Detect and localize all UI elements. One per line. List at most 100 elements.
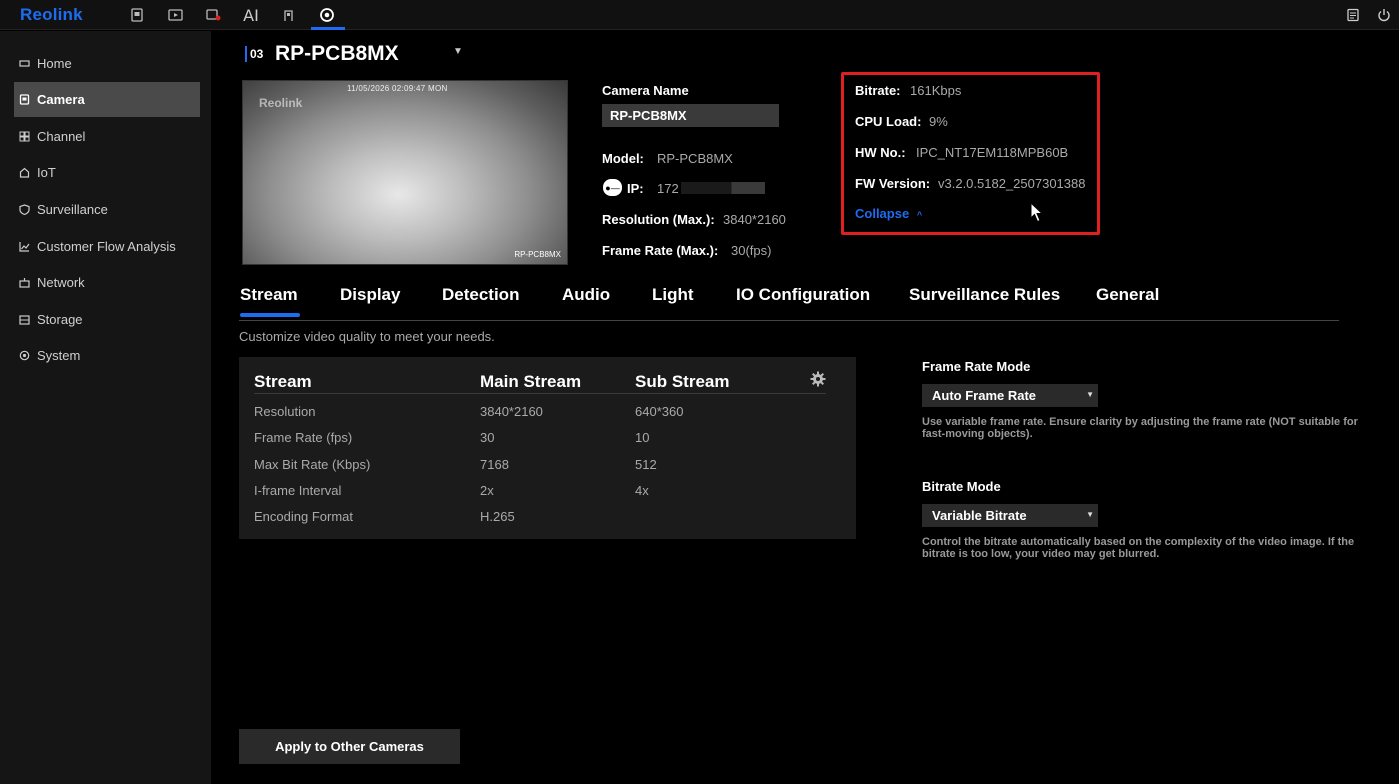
- sidebar-item-label: Channel: [37, 129, 86, 144]
- ai-icon[interactable]: AI: [236, 0, 266, 30]
- bitrate-label: Bitrate:: [855, 83, 901, 98]
- tab-detection[interactable]: Detection: [442, 285, 519, 305]
- tab-surveillance-rules[interactable]: Surveillance Rules: [909, 285, 1060, 305]
- sidebar-item-label: Home: [37, 56, 72, 71]
- sidebar-item-surveillance[interactable]: Surveillance: [14, 192, 200, 227]
- header-divider: [254, 393, 826, 394]
- chevron-down-icon: ▼: [1086, 390, 1094, 399]
- row-label: Max Bit Rate (Kbps): [254, 457, 371, 472]
- stream-table: Stream Main Stream Sub Stream Resolution…: [239, 357, 856, 539]
- collapse-link[interactable]: Collapse ^: [855, 206, 922, 221]
- power-icon[interactable]: [1369, 0, 1399, 30]
- sidebar-item-label: Customer Flow Analysis: [37, 239, 176, 254]
- sidebar-item-customer-flow[interactable]: Customer Flow Analysis: [14, 229, 200, 264]
- mouse-cursor-icon: [1030, 202, 1044, 223]
- row-label: Frame Rate (fps): [254, 430, 353, 445]
- stream-description: Customize video quality to meet your nee…: [239, 329, 495, 344]
- camera-title: RP-PCB8MX: [275, 42, 399, 65]
- main-stream-value: 2x: [480, 483, 494, 498]
- resolution-max-value: 3840*2160: [723, 212, 786, 227]
- sidebar: Home Camera Channel IoT Surveillance Cus…: [0, 31, 211, 784]
- sidebar-item-network[interactable]: Network: [14, 265, 200, 300]
- shield-icon: [18, 204, 30, 216]
- sidebar-item-home[interactable]: Home: [14, 46, 200, 81]
- row-label: Encoding Format: [254, 509, 353, 524]
- model-value: RP-PCB8MX: [657, 151, 733, 166]
- sidebar-item-system[interactable]: System: [14, 338, 200, 373]
- tab-stream[interactable]: Stream: [240, 285, 300, 317]
- message-icon[interactable]: [1338, 0, 1368, 30]
- alert-camera-icon[interactable]: [198, 0, 228, 30]
- bitrate-mode-select[interactable]: Variable Bitrate ▼: [922, 504, 1098, 527]
- gear-icon[interactable]: [810, 371, 826, 387]
- ip-redaction: [681, 182, 765, 194]
- frame-rate-mode-description: Use variable frame rate. Ensure clarity …: [922, 416, 1358, 440]
- tab-audio[interactable]: Audio: [562, 285, 610, 305]
- playback-icon[interactable]: [160, 0, 190, 30]
- tab-display[interactable]: Display: [340, 285, 400, 305]
- sidebar-item-storage[interactable]: Storage: [14, 302, 200, 337]
- sub-stream-value: 512: [635, 457, 657, 472]
- storage-icon: [18, 314, 30, 326]
- bitrate-mode-selected: Variable Bitrate: [932, 508, 1027, 523]
- settings-icon[interactable]: [311, 0, 345, 30]
- frame-rate-mode-selected: Auto Frame Rate: [932, 388, 1037, 403]
- hw-no-label: HW No.:: [855, 145, 906, 160]
- chevron-up-icon: ^: [916, 210, 923, 220]
- tab-light[interactable]: Light: [652, 285, 694, 305]
- ip-label: IP:: [627, 181, 644, 196]
- main-stream-value: 7168: [480, 457, 509, 472]
- grid-icon: [18, 131, 30, 143]
- resolution-max-label: Resolution (Max.):: [602, 212, 715, 227]
- tab-divider: [239, 320, 1339, 321]
- fw-version-label: FW Version:: [855, 176, 931, 191]
- collapse-label: Collapse: [855, 206, 910, 221]
- camera-select-chevron-down-icon[interactable]: ▼: [453, 46, 463, 57]
- preview-camera-name: RP-PCB8MX: [514, 250, 561, 259]
- camera-icon: [18, 94, 30, 106]
- ip-value: 172: [657, 181, 679, 196]
- frame-rate-max-label: Frame Rate (Max.):: [602, 243, 719, 258]
- sidebar-item-camera[interactable]: Camera: [14, 82, 200, 117]
- top-bar: Reolink AI: [0, 0, 1399, 30]
- camera-name-label: Camera Name: [602, 83, 689, 98]
- main-stream-value: 3840*2160: [480, 404, 543, 419]
- sub-stream-value: 4x: [635, 483, 649, 498]
- bitrate-value: 161Kbps: [910, 83, 962, 98]
- row-label: Resolution: [254, 404, 316, 419]
- live-view-icon[interactable]: [122, 0, 152, 30]
- sub-stream-value: 640*360: [635, 404, 684, 419]
- cpu-load-label: CPU Load:: [855, 114, 922, 129]
- chart-icon: [18, 241, 30, 253]
- tab-io-configuration[interactable]: IO Configuration: [736, 285, 870, 305]
- frame-rate-max-value: 30(fps): [731, 243, 772, 258]
- hw-no-value: IPC_NT17EM118MPB60B: [916, 145, 1069, 160]
- sidebar-item-channel[interactable]: Channel: [14, 119, 200, 154]
- row-label: I-frame Interval: [254, 483, 342, 498]
- home-icon: [18, 58, 30, 70]
- preview-timestamp: 11/05/2026 02:09:47 MON: [347, 84, 448, 93]
- channel-badge: 03: [245, 46, 263, 62]
- chevron-down-icon: ▼: [1086, 510, 1094, 519]
- bitrate-mode-description: Control the bitrate automatically based …: [922, 536, 1355, 560]
- system-icon: [18, 350, 30, 362]
- network-icon: [18, 277, 30, 289]
- column-header-stream: Stream: [254, 372, 312, 391]
- apply-to-other-cameras-button[interactable]: Apply to Other Cameras: [239, 729, 460, 764]
- sidebar-item-label: Storage: [37, 312, 83, 327]
- bitrate-mode-label: Bitrate Mode: [922, 479, 1001, 494]
- tab-general[interactable]: General: [1096, 285, 1159, 305]
- device-icon[interactable]: [274, 0, 304, 30]
- frame-rate-mode-select[interactable]: Auto Frame Rate ▼: [922, 384, 1098, 407]
- column-header-sub-stream: Sub Stream: [635, 372, 730, 391]
- camera-preview[interactable]: 11/05/2026 02:09:47 MON Reolink RP-PCB8M…: [242, 80, 568, 265]
- sidebar-item-iot[interactable]: IoT: [14, 155, 200, 190]
- sidebar-item-label: Network: [37, 275, 85, 290]
- column-header-main-stream: Main Stream: [480, 372, 582, 391]
- iot-icon: [18, 167, 30, 179]
- sub-stream-value: 10: [635, 430, 650, 445]
- main-stream-value: H.265: [480, 509, 515, 524]
- cpu-load-value: 9%: [929, 114, 948, 129]
- camera-name-input[interactable]: [602, 104, 779, 127]
- frame-rate-mode-label: Frame Rate Mode: [922, 359, 1031, 374]
